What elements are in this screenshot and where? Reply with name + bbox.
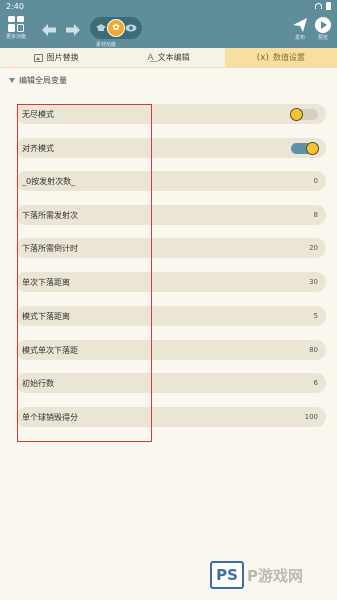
variable-row[interactable]: 模式单次下落距 80 [16,340,326,360]
variable-value-input[interactable]: 8 [314,211,318,219]
send-icon [293,18,307,32]
toggle-switch[interactable] [291,141,319,155]
variable-row[interactable]: 无尽模式 [16,104,326,124]
material-icon: ✿ [107,19,125,37]
tab-bar: 图片替换 A͟ 文本编辑 (x) 数值设置 [0,48,337,68]
variable-row[interactable]: 初始行数 6 [16,373,326,393]
status-icons [315,2,331,10]
undo-button[interactable] [40,21,58,39]
variable-row[interactable]: 模式下落距离 5 [16,306,326,326]
variable-row[interactable]: 对齐模式 [16,138,326,158]
variable-label: 模式下落距离 [22,311,70,321]
grid-icon [8,16,24,32]
publish-button[interactable]: 发布 [291,17,309,41]
material-label: 素材功能 [96,42,117,48]
tab-text-edit[interactable]: A͟ 文本编辑 [112,48,224,67]
text-icon: A͟ [147,52,154,63]
variable-value-input[interactable]: 80 [309,346,318,354]
status-time: 2:40 [6,1,24,11]
tab-image-replace[interactable]: 图片替换 [0,48,112,67]
eye-icon [125,24,137,32]
caret-down-icon [9,77,15,83]
toggle-switch[interactable] [290,107,318,121]
variable-label: 下落所需倒计时 [22,243,78,253]
variable-value-input[interactable]: 6 [314,379,318,387]
variable-value-input[interactable]: 100 [305,413,318,421]
variable-label: 无尽模式 [22,109,54,119]
tab-label: 数值设置 [273,53,305,62]
toggle-knob [306,141,319,155]
wifi-icon [315,3,322,9]
variable-label: 对齐模式 [22,143,54,153]
status-bar: 2:40 [0,0,337,12]
publish-label: 发布 [294,35,305,41]
redo-arrow-icon [66,24,80,36]
variable-row[interactable]: 单次下落距离 30 [16,272,326,292]
variable-label: 单次下落距离 [22,277,70,287]
cap-icon [96,24,106,31]
image-icon [33,53,43,62]
watermark-logo: PS [210,561,244,589]
variable-row[interactable]: 单个球销毁得分 100 [16,407,326,427]
watermark: PS P游戏网 [210,560,303,590]
variable-row[interactable]: _0按发射次数_ 0 [16,171,326,191]
variable-value-input[interactable]: 0 [314,177,318,185]
variable-label: 单个球销毁得分 [22,412,78,422]
play-icon [315,17,331,33]
variable-row[interactable]: 下落所需发射次 8 [16,205,326,225]
tab-value-settings[interactable]: (x) 数值设置 [224,48,337,67]
variable-label: 模式单次下落距 [22,345,78,355]
tab-label: 文本编辑 [157,53,190,62]
variable-value-input[interactable]: 5 [314,312,318,320]
variable-label: 下落所需发射次 [22,210,78,220]
battery-icon [326,2,331,10]
variable-label: 初始行数 [22,378,54,388]
undo-arrow-icon [42,24,56,36]
variable-value-input[interactable]: 30 [309,278,318,286]
more-functions-button[interactable]: 更多功能 [4,16,28,40]
more-functions-label: 更多功能 [5,34,26,40]
tab-label: 图片替换 [46,53,79,62]
section-title: 编辑全局变量 [19,75,67,85]
toggle-knob [290,107,303,121]
section-header-global-variables[interactable]: 编辑全局变量 [9,74,67,86]
redo-button[interactable] [64,21,82,39]
preview-label: 预览 [317,35,328,41]
variable-value-input[interactable]: 20 [309,244,318,252]
variable-label: _0按发射次数_ [22,176,76,186]
toolbar: 更多功能 ✿ 素材功能 发布 预览 [0,12,337,48]
variable-row[interactable]: 下落所需倒计时 20 [16,238,326,258]
watermark-text: P游戏网 [247,566,303,585]
preview-button[interactable]: 预览 [314,17,332,41]
variable-icon: (x) [256,52,269,63]
mode-switch[interactable]: ✿ [90,17,142,39]
